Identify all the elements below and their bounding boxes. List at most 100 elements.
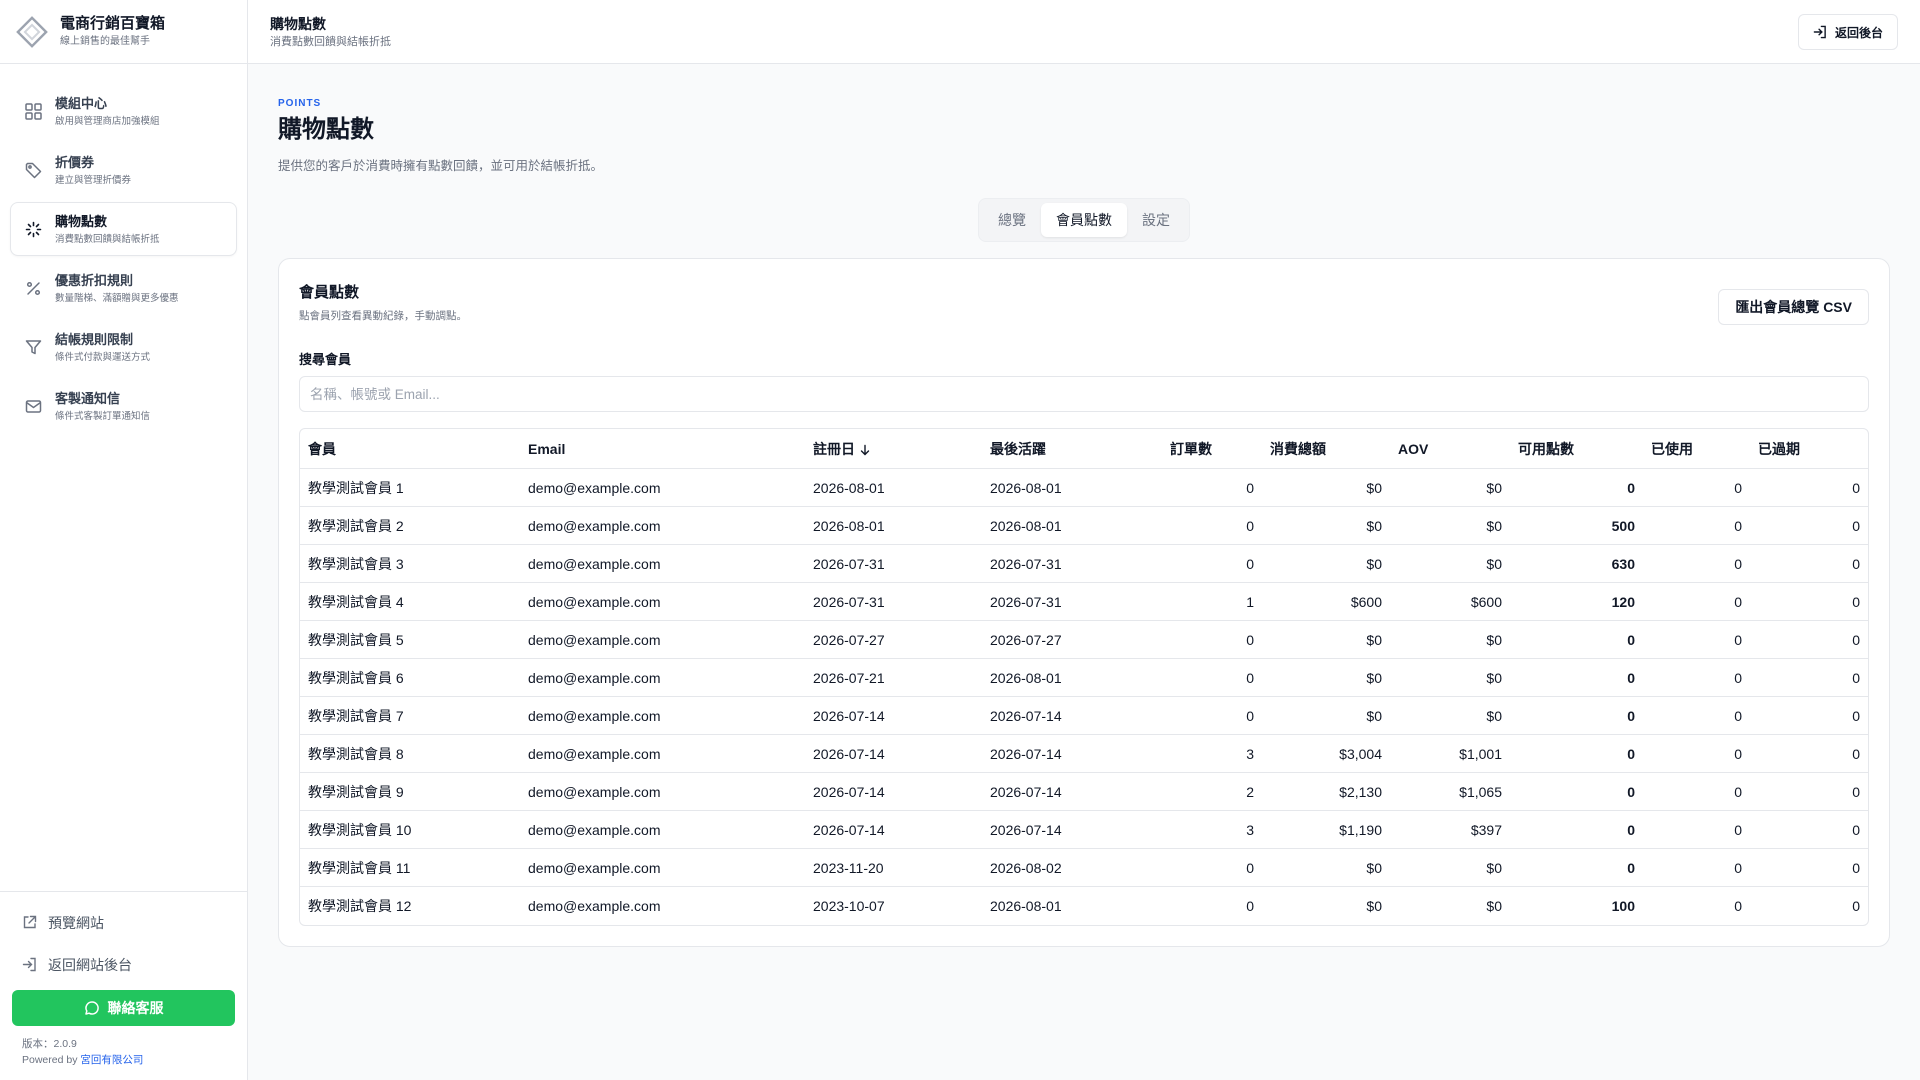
cell-email: demo@example.com [520, 469, 805, 507]
col-last-active[interactable]: 最後活躍 [982, 429, 1162, 469]
sign-in-icon [1813, 25, 1827, 39]
cell-expired: 0 [1750, 849, 1868, 887]
cell-registered: 2026-07-31 [805, 583, 982, 621]
col-registered[interactable]: 註冊日 [805, 429, 982, 469]
cell-registered: 2023-11-20 [805, 849, 982, 887]
table-row[interactable]: 教學測試會員 6 demo@example.com 2026-07-21 2026-0… [300, 659, 1868, 697]
powered-by-prefix: Powered by [22, 1054, 78, 1066]
sparkle-icon [23, 219, 43, 239]
sidebar-item-points[interactable]: 購物點數 消費點數回饋與結帳折抵 [10, 202, 237, 256]
table-row[interactable]: 教學測試會員 3 demo@example.com 2026-07-31 2026-0… [300, 545, 1868, 583]
table-row[interactable]: 教學測試會員 5 demo@example.com 2026-07-27 2026-0… [300, 621, 1868, 659]
contact-support-label: 聯絡客服 [107, 1000, 164, 1016]
cell-aov: $0 [1390, 659, 1510, 697]
cell-expired: 0 [1750, 545, 1868, 583]
cell-total-spent: $600 [1262, 583, 1390, 621]
table-row[interactable]: 教學測試會員 11 demo@example.com 2023-11-20 2026-… [300, 849, 1868, 887]
tab-settings[interactable]: 設定 [1127, 203, 1185, 237]
member-search-input[interactable] [299, 376, 1869, 412]
cell-orders: 0 [1246, 898, 1254, 914]
table-row[interactable]: 教學測試會員 7 demo@example.com 2026-07-14 2026-0… [300, 697, 1868, 735]
sidebar-item-discount-rules[interactable]: 優惠折扣規則 數量階梯、滿額贈與更多優惠 [10, 261, 237, 315]
cell-email: demo@example.com [520, 697, 805, 735]
cell-orders: 0 [1162, 697, 1262, 735]
cell-available: 0 [1510, 621, 1643, 659]
col-member[interactable]: 會員 [300, 429, 520, 469]
tab-overview[interactable]: 總覽 [983, 203, 1041, 237]
sidebar-item-checkout-rules[interactable]: 結帳規則限制 條件式付款與運送方式 [10, 320, 237, 374]
card-subtitle: 點會員列查看異動紀錄，手動調點。 [299, 310, 467, 322]
brand[interactable]: 電商行銷百寶箱 線上銷售的最佳幫手 [0, 0, 247, 64]
export-csv-button[interactable]: 匯出會員總覽 CSV [1718, 289, 1869, 325]
cell-total-spent: $0 [1262, 469, 1390, 507]
col-email[interactable]: Email [520, 429, 805, 469]
sign-in-icon [22, 957, 38, 973]
cell-available: 120 [1510, 583, 1643, 621]
member-points-card: 會員點數 點會員列查看異動紀錄，手動調點。 匯出會員總覽 CSV 搜尋會員 會員… [278, 258, 1890, 947]
cell-aov: $600 [1390, 583, 1510, 621]
cell-expired: 0 [1750, 811, 1868, 849]
sidebar-item-desc: 消費點數回饋與結帳折抵 [55, 233, 160, 245]
back-to-admin-link[interactable]: 返回網站後台 [12, 944, 235, 986]
table-row[interactable]: 教學測試會員 4 demo@example.com 2026-07-31 2026-0… [300, 583, 1868, 621]
sidebar-item-label: 購物點數 [55, 213, 108, 229]
page-title: 購物點數 [278, 116, 374, 143]
tab-bar: 總覽 會員點數 設定 [978, 198, 1190, 242]
tab-member-points[interactable]: 會員點數 [1041, 203, 1127, 237]
sidebar-item-label: 優惠折扣規則 [55, 272, 134, 288]
col-total-spent[interactable]: 消費總額 [1262, 429, 1390, 469]
percent-icon [23, 278, 43, 298]
cell-registered: 2026-08-01 [805, 507, 982, 545]
cell-last-active: 2026-07-14 [982, 773, 1162, 811]
col-aov[interactable]: AOV [1390, 429, 1510, 469]
sidebar-item-label: 結帳規則限制 [55, 331, 134, 347]
cell-expired: 0 [1750, 659, 1868, 697]
cell-member: 教學測試會員 8 [300, 735, 520, 773]
table-row[interactable]: 教學測試會員 1 demo@example.com 2026-08-01 2026-0… [300, 469, 1868, 507]
cell-total-spent: $2,130 [1262, 773, 1390, 811]
table-row[interactable]: 教學測試會員 9 demo@example.com 2026-07-14 2026-0… [300, 773, 1868, 811]
table-row[interactable]: 教學測試會員 12 demo@example.com 2023-10-07 2026-… [300, 887, 1868, 925]
cell-available: 0 [1510, 659, 1643, 697]
cell-aov: $397 [1390, 811, 1510, 849]
cell-used: 0 [1643, 583, 1750, 621]
col-orders[interactable]: 訂單數 [1162, 429, 1262, 469]
back-to-backend-button[interactable]: 返回後台 [1797, 14, 1898, 50]
table-row[interactable]: 教學測試會員 2 demo@example.com 2026-08-01 2026-0… [300, 507, 1868, 545]
cell-available: 630 [1510, 545, 1643, 583]
cell-used: 0 [1643, 735, 1750, 773]
cell-orders: 0 [1162, 507, 1262, 545]
sidebar-item-custom-notifications[interactable]: 客製通知信 條件式客製訂單通知信 [10, 379, 237, 433]
preview-site-link[interactable]: 預覽網站 [12, 902, 235, 944]
filter-icon [23, 337, 43, 357]
powered-by-company-link[interactable]: 宮回有限公司 [80, 1054, 143, 1066]
col-available-points[interactable]: 可用點數 [1510, 429, 1643, 469]
sidebar-item-label: 折價券 [55, 154, 95, 170]
sidebar-item-coupons[interactable]: 折價券 建立與管理折價券 [10, 143, 237, 197]
cell-last-active: 2026-07-14 [982, 697, 1162, 735]
cell-email: demo@example.com [520, 773, 805, 811]
cell-total-spent: $0 [1262, 621, 1390, 659]
contact-support-button[interactable]: 聯絡客服 [12, 990, 235, 1026]
table-row[interactable]: 教學測試會員 10 demo@example.com 2026-07-14 2026-… [300, 811, 1868, 849]
table-row[interactable]: 教學測試會員 8 demo@example.com 2026-07-14 2026-0… [300, 735, 1868, 773]
mail-icon [23, 396, 43, 416]
cell-registered: 2026-07-14 [805, 697, 982, 735]
cell-used: 0 [1643, 469, 1750, 507]
topbar-title: 購物點數 [270, 15, 326, 32]
back-to-admin-label: 返回網站後台 [48, 957, 132, 973]
cell-registered: 2026-07-21 [805, 659, 982, 697]
sidebar-item-modules[interactable]: 模組中心 啟用與管理商店加強模組 [10, 84, 237, 138]
cell-member: 教學測試會員 11 [300, 849, 520, 887]
cell-registered: 2026-07-27 [805, 621, 982, 659]
brand-logo-icon [14, 14, 50, 50]
cell-registered: 2026-07-14 [805, 773, 982, 811]
cell-used: 0 [1734, 898, 1742, 914]
col-expired[interactable]: 已過期 [1750, 429, 1868, 469]
col-used[interactable]: 已使用 [1643, 429, 1750, 469]
table-body: 教學測試會員 1 demo@example.com 2026-08-01 2026-0… [300, 469, 1868, 925]
cell-member: 教學測試會員 2 [300, 507, 520, 545]
cell-member: 教學測試會員 9 [300, 773, 520, 811]
cell-available: 100 [1611, 898, 1635, 914]
cell-last-active: 2026-08-01 [990, 898, 1062, 914]
